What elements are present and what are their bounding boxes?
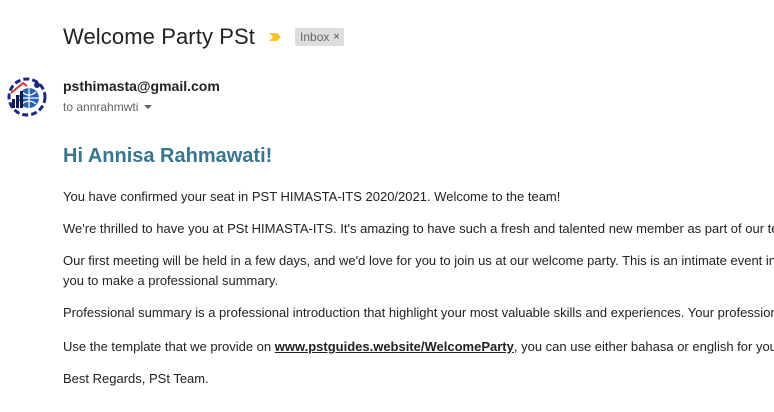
- chevron-down-icon[interactable]: [144, 105, 153, 109]
- body-paragraph-1: You have confirmed your seat in PST HIMA…: [63, 189, 561, 204]
- recipient-line: to annrahmwti: [63, 100, 153, 114]
- body-paragraph-3-line-1: Our first meeting will be held in a few …: [63, 253, 774, 268]
- subject-row: Welcome Party PSt Inbox ×: [63, 22, 344, 52]
- body-paragraph-4: Professional summary is a professional i…: [63, 305, 774, 320]
- email-subject: Welcome Party PSt: [63, 24, 256, 49]
- paragraph-5-text-after: , you can use either bahasa or english f…: [513, 339, 774, 354]
- body-paragraph-3: Our first meeting will be held in a few …: [63, 251, 774, 291]
- paragraph-5-text-before: Use the template that we provide on: [63, 339, 275, 354]
- welcome-party-link[interactable]: www.pstguides.website/WelcomeParty: [275, 339, 514, 354]
- inbox-label-chip: Inbox ×: [295, 28, 344, 46]
- recipient-text: to annrahmwti: [63, 100, 139, 114]
- sender-logo-icon: [7, 77, 47, 117]
- avatar: [7, 77, 47, 117]
- remove-label-icon[interactable]: ×: [333, 31, 339, 43]
- sender-email[interactable]: psthimasta@gmail.com: [63, 78, 220, 94]
- inbox-label-text: Inbox: [300, 30, 330, 44]
- body-paragraph-5: Use the template that we provide on www.…: [63, 337, 774, 357]
- importance-marker-icon[interactable]: [268, 30, 282, 44]
- body-signature: Best Regards, PSt Team.: [63, 371, 209, 386]
- email-greeting: Hi Annisa Rahmawati!: [63, 145, 273, 167]
- body-paragraph-3-line-2: you to make a professional summary.: [63, 273, 279, 288]
- body-paragraph-2: We're thrilled to have you at PSt HIMAST…: [63, 221, 774, 236]
